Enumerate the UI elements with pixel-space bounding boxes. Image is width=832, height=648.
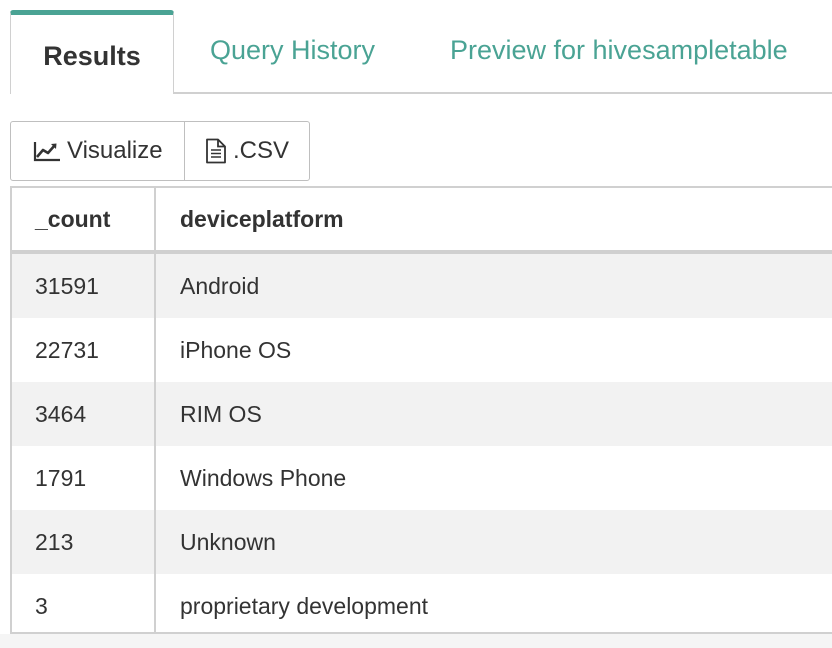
column-header-count[interactable]: _count [12,188,156,250]
cell-deviceplatform: RIM OS [180,400,262,427]
cell-deviceplatform: iPhone OS [180,336,292,363]
tab-results-label: Results [43,41,141,71]
results-panel: Results Query History Preview for hivesa… [0,0,832,648]
cell-deviceplatform: Android [180,272,260,299]
tab-query-history-label: Query History [210,34,376,65]
visualize-label: Visualize [67,137,163,164]
table-row: 22731 iPhone OS [12,318,832,382]
cell-deviceplatform: proprietary development [180,592,429,619]
download-csv-button[interactable]: .CSV [184,122,309,180]
tab-query-history[interactable]: Query History [210,10,375,94]
cell-count: 213 [12,510,156,574]
results-toolbar: Visualize .CSV [10,121,310,181]
table-row: 213 Unknown [12,510,832,574]
cell-count: 31591 [12,254,156,318]
results-table: _count deviceplatform 31591 Android 2273… [10,186,832,634]
document-icon [205,138,227,164]
csv-label: .CSV [233,137,290,164]
table-row: 31591 Android [12,254,832,318]
cell-count: 3464 [12,382,156,446]
horizontal-scroll-area [0,634,832,648]
tab-preview-table-label: Preview for hivesampletable [450,34,788,65]
tab-results[interactable]: Results [10,10,174,94]
table-row: 3 proprietary development [12,574,832,632]
table-row: 3464 RIM OS [12,382,832,446]
cell-deviceplatform: Windows Phone [180,464,347,491]
visualize-button[interactable]: Visualize [11,122,184,180]
tab-preview-table[interactable]: Preview for hivesampletable [450,10,788,94]
cell-count: 3 [12,574,156,632]
column-header-deviceplatform[interactable]: deviceplatform [156,188,832,250]
line-chart-icon [33,140,61,162]
cell-count: 22731 [12,318,156,382]
cell-count: 1791 [12,446,156,510]
table-header: _count deviceplatform [12,188,832,254]
tab-bar: Results Query History Preview for hivesa… [0,0,832,94]
cell-deviceplatform: Unknown [180,528,276,555]
table-row: 1791 Windows Phone [12,446,832,510]
